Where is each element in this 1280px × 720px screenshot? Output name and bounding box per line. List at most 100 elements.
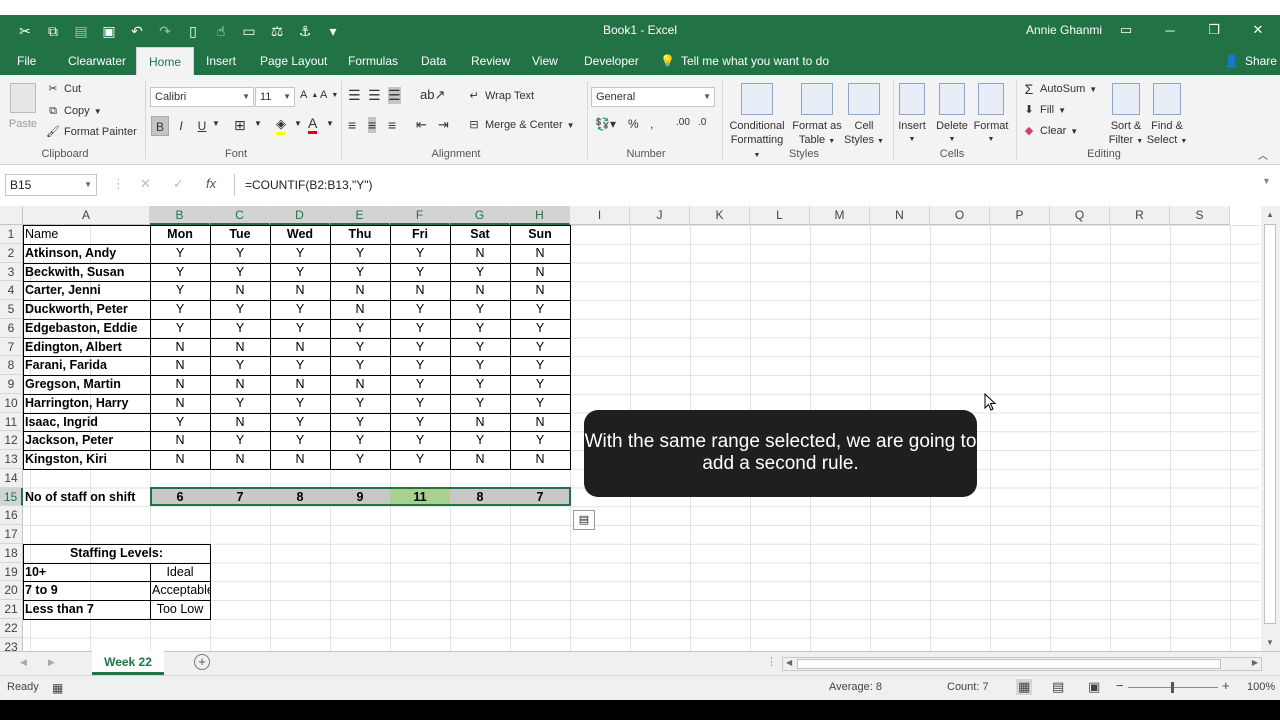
percent-icon[interactable]: % — [628, 117, 639, 131]
wrap-text-button[interactable]: ↵ Wrap Text — [467, 89, 534, 103]
chevron-down-icon[interactable]: ▼ — [294, 119, 302, 128]
staff-name-cell[interactable]: Kingston, Kiri — [23, 450, 150, 469]
tab-page-layout[interactable]: Page Layout — [260, 47, 327, 75]
shift-cell[interactable]: N — [330, 281, 390, 300]
shift-cell[interactable]: N — [150, 394, 210, 413]
shift-cell[interactable]: N — [450, 413, 510, 432]
shift-cell[interactable]: Y — [390, 431, 450, 450]
shift-cell[interactable]: Y — [270, 263, 330, 282]
bold-button[interactable]: B — [151, 116, 169, 136]
shift-cell[interactable]: Y — [450, 394, 510, 413]
day-header-cell[interactable]: Sat — [450, 225, 510, 244]
row-header[interactable]: 4 — [0, 281, 23, 300]
tab-data[interactable]: Data — [421, 47, 446, 75]
shift-cell[interactable]: Y — [330, 413, 390, 432]
shift-cell[interactable]: Y — [330, 244, 390, 263]
shift-cell[interactable]: N — [210, 413, 270, 432]
column-header[interactable]: L — [750, 206, 810, 225]
shift-cell[interactable]: Y — [450, 338, 510, 357]
orientation-icon[interactable]: ab↗ — [420, 87, 445, 103]
quick-analysis-icon[interactable]: ▤ — [573, 510, 595, 530]
shift-cell[interactable]: Y — [390, 356, 450, 375]
decrease-font-button[interactable]: A ▼ — [320, 89, 338, 101]
shift-cell[interactable]: N — [510, 413, 570, 432]
shift-cell[interactable]: Y — [270, 431, 330, 450]
zoom-level[interactable]: 100% — [1247, 681, 1275, 693]
day-header-cell[interactable]: Fri — [390, 225, 450, 244]
column-header[interactable]: O — [930, 206, 990, 225]
cancel-icon[interactable]: ✕ — [140, 176, 151, 192]
shift-cell[interactable]: Y — [150, 263, 210, 282]
staff-name-cell[interactable]: Jackson, Peter — [23, 431, 150, 450]
row-header[interactable]: 7 — [0, 337, 23, 357]
day-header-cell[interactable]: Mon — [150, 225, 210, 244]
minimize-icon[interactable]: ─ — [1148, 15, 1192, 45]
shift-cell[interactable]: Y — [510, 319, 570, 338]
shift-cell[interactable]: N — [270, 338, 330, 357]
increase-decimal-icon[interactable]: .00 — [676, 117, 690, 128]
decrease-decimal-icon[interactable]: .0 — [698, 117, 706, 128]
format-painter-button[interactable]: 🖌 Format Painter — [46, 125, 137, 139]
scroll-down-icon[interactable]: ▼ — [1266, 638, 1274, 647]
sort-filter-button[interactable]: Sort & Filter ▼ — [1106, 83, 1146, 149]
shift-cell[interactable]: Y — [210, 263, 270, 282]
scroll-right-icon[interactable]: ▶ — [1252, 658, 1258, 667]
normal-view-icon[interactable]: ▦ — [1016, 679, 1033, 695]
row-header[interactable]: 21 — [0, 600, 23, 619]
shift-cell[interactable]: N — [270, 450, 330, 469]
formula-input[interactable]: =COUNTIF(B2:B13,"Y") — [234, 174, 1274, 196]
tab-home[interactable]: Home — [136, 47, 195, 75]
shift-cell[interactable]: N — [330, 300, 390, 319]
level-range-cell[interactable]: Less than 7 — [23, 600, 150, 619]
shift-cell[interactable]: Y — [510, 375, 570, 394]
close-icon[interactable]: ✕ — [1236, 15, 1280, 45]
prev-sheet-icon[interactable]: ◀ — [20, 657, 27, 668]
shift-cell[interactable]: Y — [270, 244, 330, 263]
format-as-table-button[interactable]: Format as Table ▼ — [790, 83, 844, 149]
staff-name-cell[interactable]: Edgebaston, Eddie — [23, 319, 150, 338]
shift-cell[interactable]: Y — [210, 319, 270, 338]
staff-name-cell[interactable]: Farani, Farida — [23, 356, 150, 375]
shift-cell[interactable]: N — [210, 338, 270, 357]
shift-cell[interactable]: Y — [150, 300, 210, 319]
enter-icon[interactable]: ✓ — [173, 176, 184, 192]
shift-cell[interactable]: Y — [390, 375, 450, 394]
shift-cell[interactable]: N — [450, 281, 510, 300]
column-header[interactable]: J — [630, 206, 690, 225]
level-range-cell[interactable]: 10+ — [23, 563, 150, 582]
shift-cell[interactable]: N — [210, 375, 270, 394]
insert-function-icon[interactable]: fx — [206, 176, 216, 191]
column-header[interactable]: R — [1110, 206, 1170, 225]
shift-cell[interactable]: Y — [330, 319, 390, 338]
shift-cell[interactable]: Y — [450, 375, 510, 394]
day-header-cell[interactable]: Tue — [210, 225, 270, 244]
shift-cell[interactable]: Y — [330, 394, 390, 413]
shift-cell[interactable]: Y — [390, 413, 450, 432]
align-right-icon[interactable]: ≡ — [388, 117, 396, 133]
shift-cell[interactable]: N — [510, 281, 570, 300]
user-name[interactable]: Annie Ghanmi — [1026, 23, 1102, 37]
align-bottom-icon[interactable]: ☰ — [388, 87, 401, 104]
sheet-tab-week-22[interactable]: Week 22 — [92, 651, 164, 675]
row-header[interactable]: 9 — [0, 375, 23, 394]
scroll-thumb[interactable] — [1264, 224, 1276, 624]
total-cell[interactable]: 7 — [210, 488, 270, 507]
tell-me-box[interactable]: 💡 Tell me what you want to do — [660, 47, 829, 75]
row-header[interactable]: 16 — [0, 506, 23, 525]
page-layout-view-icon[interactable]: ▤ — [1052, 679, 1064, 695]
totals-label-cell[interactable]: No of staff on shift — [23, 488, 150, 507]
shift-cell[interactable]: Y — [210, 300, 270, 319]
shift-cell[interactable]: N — [270, 281, 330, 300]
row-header[interactable]: 19 — [0, 562, 23, 582]
paste-button[interactable]: Paste — [6, 83, 40, 131]
fill-button[interactable]: ⬇ Fill ▼ — [1022, 103, 1066, 117]
tab-view[interactable]: View — [532, 47, 558, 75]
shift-cell[interactable]: N — [210, 450, 270, 469]
underline-button[interactable]: U — [193, 116, 211, 136]
comma-icon[interactable]: , — [650, 117, 653, 131]
level-label-cell[interactable]: Ideal — [150, 563, 210, 582]
column-header[interactable]: S — [1170, 206, 1230, 225]
shift-cell[interactable]: Y — [510, 394, 570, 413]
row-header[interactable]: 3 — [0, 262, 23, 282]
shift-cell[interactable]: N — [450, 450, 510, 469]
